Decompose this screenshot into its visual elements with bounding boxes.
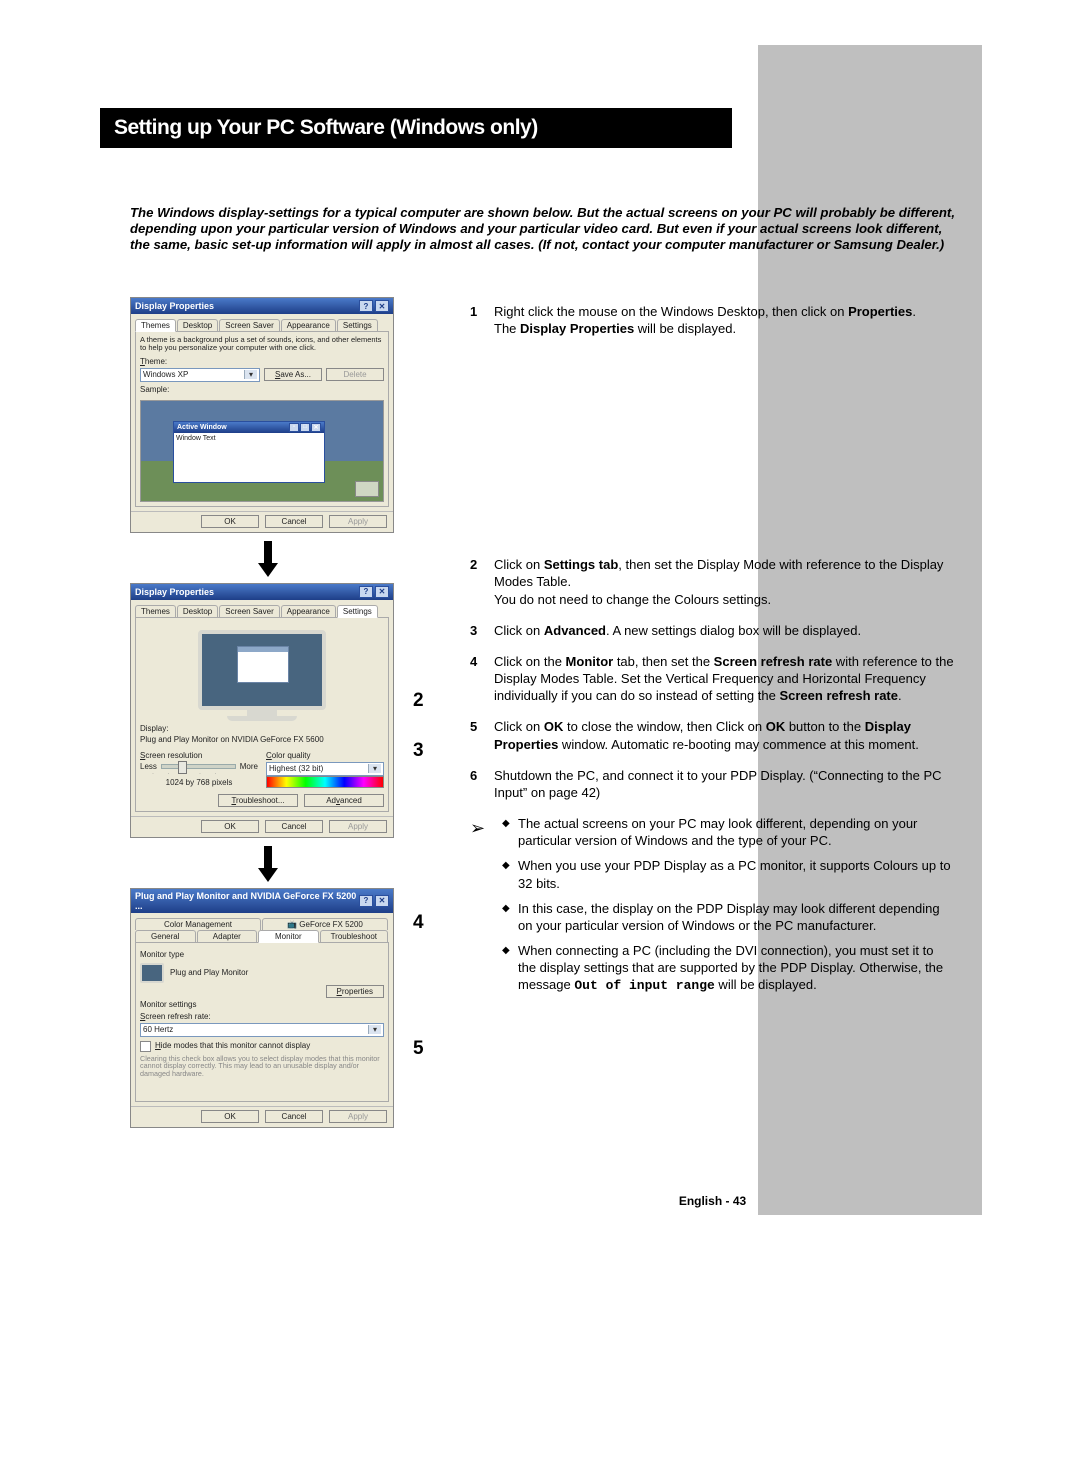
chevron-down-icon: ▾ bbox=[244, 370, 257, 379]
dialog2-title: Display Properties bbox=[135, 587, 214, 597]
help-icon[interactable]: ? bbox=[359, 586, 373, 598]
resolution-value: 1024 by 768 pixels bbox=[140, 778, 258, 787]
ok-button[interactable]: OK bbox=[201, 820, 259, 833]
troubleshoot-button[interactable]: Troubleshoot... bbox=[218, 794, 298, 807]
step-number: 1 bbox=[470, 303, 494, 337]
theme-value: Windows XP bbox=[143, 370, 188, 379]
tab-themes[interactable]: Themes bbox=[135, 319, 176, 332]
slider-ticks: · · · · · bbox=[152, 771, 258, 777]
color-quality-bar bbox=[266, 776, 384, 788]
hide-modes-label: Hide modes that this monitor cannot disp… bbox=[155, 1041, 310, 1050]
advanced-button[interactable]: Advanced bbox=[304, 794, 384, 807]
help-icon[interactable]: ? bbox=[359, 895, 373, 907]
note-item: In this case, the display on the PDP Dis… bbox=[518, 900, 955, 934]
step-6: 6 Shutdown the PC, and connect it to you… bbox=[470, 767, 955, 801]
refresh-rate-value: 60 Hertz bbox=[143, 1025, 173, 1034]
chevron-down-icon: ▾ bbox=[368, 1025, 381, 1034]
less-label: Less bbox=[140, 762, 157, 771]
close-icon[interactable]: ✕ bbox=[375, 895, 389, 907]
monitor-icon bbox=[140, 963, 164, 983]
hide-modes-checkbox[interactable] bbox=[140, 1041, 151, 1052]
dialog1-title: Display Properties bbox=[135, 301, 214, 311]
step-4: 4 Click on the Monitor tab, then set the… bbox=[470, 653, 955, 704]
theme-label: T bbox=[140, 357, 145, 366]
monitor-type-label: Monitor type bbox=[140, 950, 384, 959]
save-as-button[interactable]: Save As... bbox=[264, 368, 322, 381]
apply-button[interactable]: Apply bbox=[329, 1110, 387, 1123]
step-number: 2 bbox=[470, 556, 494, 607]
steps-column: 1 Right click the mouse on the Windows D… bbox=[470, 303, 955, 1002]
callout-2: 2 bbox=[413, 690, 424, 712]
callout-4: 4 bbox=[413, 912, 424, 934]
down-arrow bbox=[130, 541, 405, 577]
color-quality-dropdown[interactable]: Highest (32 bit) ▾ bbox=[266, 762, 384, 776]
close-icon[interactable]: ✕ bbox=[375, 300, 389, 312]
resolution-slider[interactable]: Less More bbox=[140, 762, 258, 771]
tab-geforce[interactable]: 📺 GeForce FX 5200 bbox=[262, 918, 388, 930]
color-quality-value: Highest (32 bit) bbox=[269, 764, 323, 773]
display-value: Plug and Play Monitor on NVIDIA GeForce … bbox=[140, 735, 384, 744]
monitor-settings-label: Monitor settings bbox=[140, 1000, 384, 1009]
chevron-down-icon: ▾ bbox=[368, 764, 381, 773]
cancel-button[interactable]: Cancel bbox=[265, 1110, 323, 1123]
intro-paragraph: The Windows display-settings for a typic… bbox=[130, 205, 955, 253]
callout-5: 5 bbox=[413, 1038, 424, 1060]
monitor-type-value: Plug and Play Monitor bbox=[170, 968, 248, 977]
hide-modes-note: Clearing this check box allows you to se… bbox=[140, 1055, 384, 1079]
notes-block: ➢ The actual screens on your PC may look… bbox=[470, 815, 955, 1002]
down-arrow bbox=[130, 846, 405, 882]
cancel-button[interactable]: Cancel bbox=[265, 515, 323, 528]
properties-button[interactable]: Properties bbox=[326, 985, 384, 998]
theme-preview: Active Window ‐ □ ✕ Window Text bbox=[140, 400, 384, 502]
active-window-title: Active Window bbox=[177, 424, 227, 431]
window-text: Window Text bbox=[174, 433, 324, 444]
close-icon[interactable]: ✕ bbox=[375, 586, 389, 598]
dialog3-title: Plug and Play Monitor and NVIDIA GeForce… bbox=[135, 891, 359, 911]
delete-button[interactable]: Delete bbox=[326, 368, 384, 381]
callout-3: 3 bbox=[413, 740, 424, 762]
step-2: 2 Click on Settings tab, then set the Di… bbox=[470, 556, 955, 607]
theme-dropdown[interactable]: Windows XP ▾ bbox=[140, 368, 260, 382]
themes-description: A theme is a background plus a set of so… bbox=[140, 336, 384, 353]
sample-label: Sample: bbox=[140, 385, 384, 394]
display-label: Display: bbox=[140, 724, 384, 733]
step-number: 3 bbox=[470, 622, 494, 639]
step-5: 5 Click on OK to close the window, then … bbox=[470, 718, 955, 752]
step-number: 4 bbox=[470, 653, 494, 704]
ok-button[interactable]: OK bbox=[201, 1110, 259, 1123]
apply-button[interactable]: Apply bbox=[329, 820, 387, 833]
note-item: The actual screens on your PC may look d… bbox=[518, 815, 955, 849]
refresh-rate-dropdown[interactable]: 60 Hertz ▾ bbox=[140, 1023, 384, 1037]
step-number: 5 bbox=[470, 718, 494, 752]
tab-monitor[interactable]: Monitor bbox=[258, 930, 319, 943]
page-title-bar: Setting up Your PC Software (Windows onl… bbox=[100, 108, 732, 148]
hand-icon: ➢ bbox=[470, 815, 500, 1002]
monitor-illustration bbox=[192, 630, 332, 720]
more-label: More bbox=[240, 762, 258, 771]
step-number: 6 bbox=[470, 767, 494, 801]
note-item: When connecting a PC (including the DVI … bbox=[518, 942, 955, 994]
display-properties-settings-dialog: Display Properties ? ✕ Themes Desktop Sc… bbox=[130, 583, 394, 838]
figures-column: Display Properties ? ✕ Themes Desktop Sc… bbox=[130, 297, 405, 1136]
step-1: 1 Right click the mouse on the Windows D… bbox=[470, 303, 955, 337]
step-3: 3 Click on Advanced. A new settings dial… bbox=[470, 622, 955, 639]
tab-color-management[interactable]: Color Management bbox=[135, 918, 261, 930]
page-footer: English - 43 bbox=[470, 1194, 955, 1208]
cancel-button[interactable]: Cancel bbox=[265, 820, 323, 833]
ok-button[interactable]: OK bbox=[201, 515, 259, 528]
display-properties-themes-dialog: Display Properties ? ✕ Themes Desktop Sc… bbox=[130, 297, 394, 533]
page-title: Setting up Your PC Software (Windows onl… bbox=[102, 110, 730, 146]
tray-icon bbox=[355, 481, 379, 497]
note-item: When you use your PDP Display as a PC mo… bbox=[518, 857, 955, 891]
tab-settings[interactable]: Settings bbox=[337, 605, 378, 618]
monitor-properties-dialog: Plug and Play Monitor and NVIDIA GeForce… bbox=[130, 888, 394, 1128]
apply-button[interactable]: Apply bbox=[329, 515, 387, 528]
help-icon[interactable]: ? bbox=[359, 300, 373, 312]
